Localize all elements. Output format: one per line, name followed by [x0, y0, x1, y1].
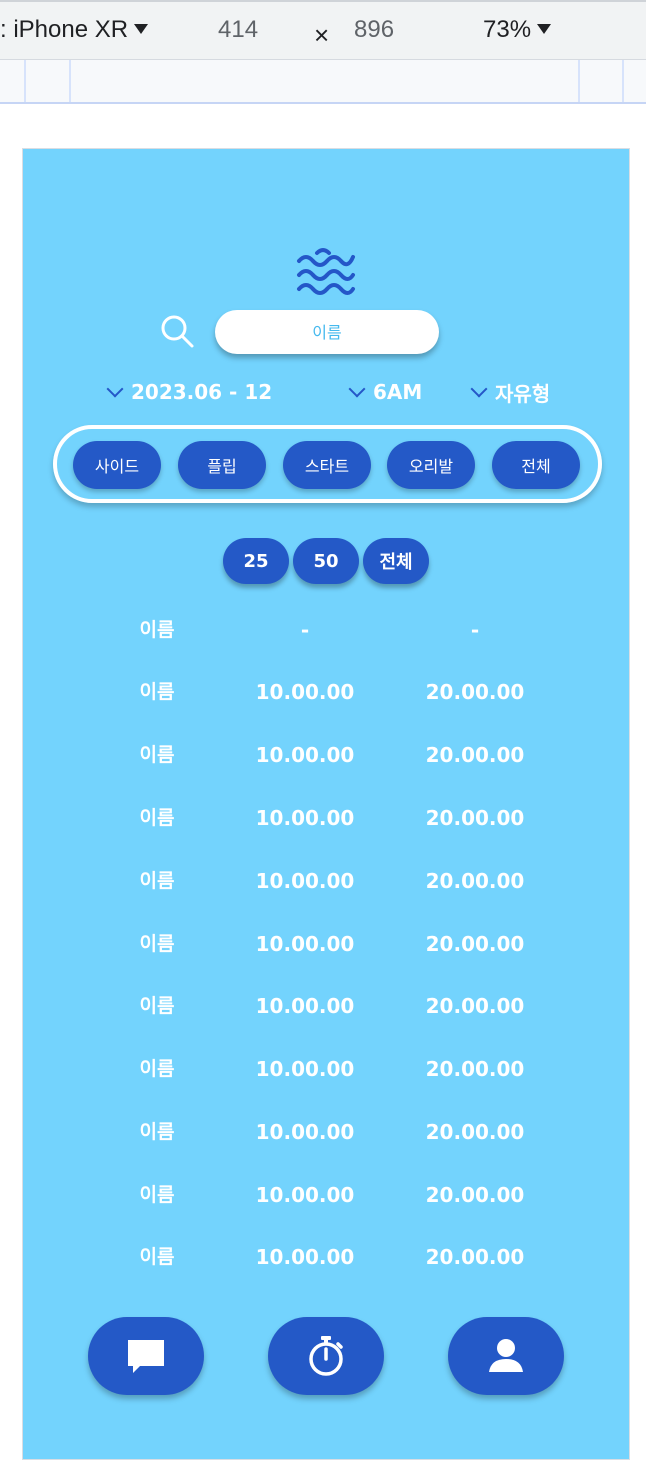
- record-time-2: 20.00.00: [425, 743, 525, 767]
- record-row: 이름 10.00.00 20.00.00: [23, 735, 631, 775]
- record-name: 이름: [139, 619, 175, 641]
- record-row: 이름 10.00.00 20.00.00: [23, 672, 631, 712]
- record-time-1: 10.00.00: [255, 1245, 355, 1269]
- chevron-down-icon: [106, 380, 124, 398]
- stopwatch-icon: [309, 1336, 343, 1376]
- record-time-2: 20.00.00: [425, 806, 525, 830]
- record-row: 이름 10.00.00 20.00.00: [23, 1112, 631, 1152]
- date-range-label: 2023.06 - 12: [131, 380, 273, 404]
- stroke-tab-group: 사이드 플립 스타트 오리발 전체: [53, 425, 602, 503]
- record-name: 이름: [139, 995, 175, 1017]
- record-row: 이름 10.00.00 20.00.00: [23, 1175, 631, 1215]
- record-name: 이름: [139, 807, 175, 829]
- record-time-1: 10.00.00: [255, 932, 355, 956]
- record-time-2: 20.00.00: [425, 994, 525, 1018]
- zoom-dropdown-icon: [537, 24, 552, 34]
- record-row: 이름 10.00.00 20.00.00: [23, 861, 631, 901]
- record-time-1: 10.00.00: [255, 869, 355, 893]
- record-time-2: 20.00.00: [425, 1120, 525, 1144]
- record-name: 이름: [139, 1121, 175, 1143]
- record-time-2: 20.00.00: [425, 1057, 525, 1081]
- device-name: : iPhone XR: [0, 16, 129, 43]
- record-row: 이름 10.00.00 20.00.00: [23, 1237, 631, 1277]
- record-time-1: 10.00.00: [255, 743, 355, 767]
- distance-25-button[interactable]: 25: [223, 538, 289, 584]
- distance-50-button[interactable]: 50: [293, 538, 359, 584]
- record-time-1: 10.00.00: [255, 680, 355, 704]
- ruler-tick: [69, 60, 71, 102]
- devtools-toolbar: : iPhone XR 414 × 896 73%: [0, 0, 646, 60]
- record-time-2: 20.00.00: [425, 932, 525, 956]
- record-name: 이름: [139, 870, 175, 892]
- app-screen: 2023.06 - 12 6AM 자유형 사이드 플립 스타트 오리발 전체 2…: [22, 148, 630, 1460]
- date-range-dropdown[interactable]: 2023.06 - 12: [106, 377, 273, 407]
- ruler-tick: [622, 60, 624, 102]
- record-time-1: 10.00.00: [255, 1120, 355, 1144]
- record-time-1: 10.00.00: [255, 994, 355, 1018]
- tab-fins[interactable]: 오리발: [387, 441, 475, 489]
- record-time-1: 10.00.00: [255, 1183, 355, 1207]
- viewport-height[interactable]: 896: [354, 16, 394, 44]
- chevron-down-icon: [470, 380, 488, 398]
- chat-nav-button[interactable]: [88, 1317, 204, 1395]
- record-row: 이름 10.00.00 20.00.00: [23, 1049, 631, 1089]
- waves-logo-icon: [297, 248, 355, 295]
- distance-all-button[interactable]: 전체: [363, 538, 429, 584]
- record-time-1: 10.00.00: [255, 806, 355, 830]
- stopwatch-nav-button[interactable]: [268, 1317, 384, 1395]
- device-selector[interactable]: : iPhone XR: [0, 16, 149, 44]
- tab-all[interactable]: 전체: [492, 441, 580, 489]
- ruler-tick: [578, 60, 580, 102]
- ruler-tick: [24, 60, 26, 102]
- record-name: 이름: [139, 1184, 175, 1206]
- viewport-width[interactable]: 414: [218, 16, 258, 44]
- tab-side[interactable]: 사이드: [73, 441, 161, 489]
- device-dropdown-icon: [134, 24, 149, 34]
- record-name: 이름: [139, 933, 175, 955]
- record-time-2: 20.00.00: [425, 1245, 525, 1269]
- record-time-2: 20.00.00: [425, 1183, 525, 1207]
- name-search-input[interactable]: [215, 310, 439, 354]
- user-profile-icon: [489, 1339, 523, 1372]
- record-row: 이름 - -: [23, 610, 631, 650]
- time-dropdown[interactable]: 6AM: [348, 377, 423, 407]
- tab-flip[interactable]: 플립: [178, 441, 266, 489]
- stroke-type-dropdown[interactable]: 자유형: [470, 377, 551, 407]
- record-time-2: -: [470, 618, 480, 642]
- zoom-selector[interactable]: 73%: [483, 16, 552, 44]
- record-name: 이름: [139, 1058, 175, 1080]
- search-icon[interactable]: [159, 313, 195, 349]
- chat-bubble-icon: [128, 1340, 164, 1373]
- time-label: 6AM: [373, 380, 423, 404]
- record-row: 이름 10.00.00 20.00.00: [23, 924, 631, 964]
- stroke-type-label: 자유형: [495, 381, 551, 406]
- record-time-2: 20.00.00: [425, 869, 525, 893]
- record-name: 이름: [139, 744, 175, 766]
- tab-start[interactable]: 스타트: [283, 441, 371, 489]
- profile-nav-button[interactable]: [448, 1317, 564, 1395]
- record-row: 이름 10.00.00 20.00.00: [23, 798, 631, 838]
- zoom-level: 73%: [483, 16, 532, 43]
- record-name: 이름: [139, 1246, 175, 1268]
- record-row: 이름 10.00.00 20.00.00: [23, 986, 631, 1026]
- record-time-2: 20.00.00: [425, 680, 525, 704]
- record-time-1: 10.00.00: [255, 1057, 355, 1081]
- record-time-1: -: [300, 618, 310, 642]
- record-name: 이름: [139, 681, 175, 703]
- chevron-down-icon: [348, 380, 366, 398]
- media-query-ruler: [0, 60, 646, 104]
- dimension-separator: ×: [314, 20, 330, 50]
